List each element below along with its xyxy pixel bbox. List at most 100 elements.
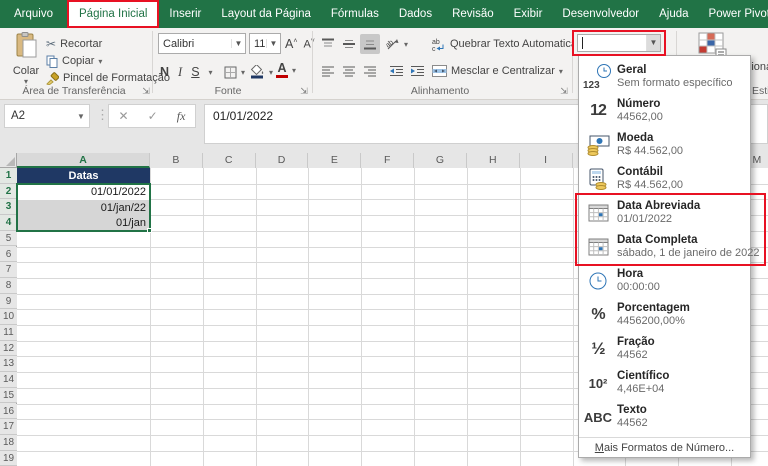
menu-item-text[interactable]: ABC Texto44562 <box>579 400 750 434</box>
select-all-corner[interactable] <box>0 153 17 168</box>
menu-item-time[interactable]: Hora00:00:00 <box>579 264 750 298</box>
tab-dados[interactable]: Dados <box>389 0 442 28</box>
column-header-C[interactable]: C <box>203 153 256 168</box>
font-size-dropdown-arrow[interactable]: ▼ <box>266 39 280 48</box>
row-header-19[interactable]: 19 <box>0 451 17 466</box>
cell-A3[interactable]: 01/jan/22 <box>17 200 150 216</box>
menu-item-long-date[interactable]: Data Completasábado, 1 de janeiro de 202… <box>579 230 750 264</box>
column-header-I[interactable]: I <box>520 153 573 168</box>
merge-dropdown-arrow[interactable]: ▾ <box>559 67 563 76</box>
tab-pagina-inicial[interactable]: Página Inicial <box>67 0 159 28</box>
row-header-3[interactable]: 3 <box>0 199 17 215</box>
borders-dropdown-arrow[interactable]: ▾ <box>241 68 245 77</box>
font-dialog-launcher[interactable]: ⇲ <box>298 85 310 97</box>
column-header-G[interactable]: G <box>414 153 467 168</box>
row-header-5[interactable]: 5 <box>0 231 17 247</box>
column-header-B[interactable]: B <box>150 153 203 168</box>
cancel-icon[interactable]: ✕ <box>119 109 129 123</box>
tab-layout-da-pagina[interactable]: Layout da Página <box>211 0 321 28</box>
align-bottom-button[interactable] <box>360 34 380 54</box>
column-header-A[interactable]: A <box>17 153 150 168</box>
align-center-button[interactable] <box>339 61 359 81</box>
alignment-dialog-launcher[interactable]: ⇲ <box>558 85 570 97</box>
underline-dropdown-arrow[interactable]: ▾ <box>209 68 213 77</box>
gridline-vertical <box>361 168 362 466</box>
name-box-dropdown-arrow[interactable]: ▼ <box>73 112 89 121</box>
row-header-15[interactable]: 15 <box>0 388 17 404</box>
menu-item-currency[interactable]: MoedaR$ 44.562,00 <box>579 128 750 162</box>
merge-center-button[interactable]: Mesclar e Centralizar ▾ <box>432 63 563 79</box>
font-size-combo[interactable]: 11 ▼ <box>249 33 281 54</box>
tab-desenvolvedor[interactable]: Desenvolvedor <box>552 0 649 28</box>
menu-item-number[interactable]: 12 Número44562,00 <box>579 94 750 128</box>
row-header-6[interactable]: 6 <box>0 247 17 263</box>
menu-item-accounting[interactable]: ContábilR$ 44.562,00 <box>579 162 750 196</box>
align-top-button[interactable] <box>318 34 338 54</box>
row-header-12[interactable]: 12 <box>0 341 17 357</box>
row-header-7[interactable]: 7 <box>0 262 17 278</box>
row-header-18[interactable]: 18 <box>0 435 17 451</box>
menu-item-short-date[interactable]: Data Abreviada01/01/2022 <box>579 196 750 230</box>
borders-button[interactable]: ▾ <box>224 64 245 80</box>
orientation-dropdown-arrow[interactable]: ▾ <box>404 40 408 49</box>
row-header-4[interactable]: 4 <box>0 215 17 231</box>
column-header-D[interactable]: D <box>256 153 309 168</box>
font-name-dropdown-arrow[interactable]: ▼ <box>231 39 245 48</box>
number-format-dropdown-arrow[interactable]: ▼ <box>646 35 660 51</box>
fill-color-button[interactable]: ▾ <box>250 64 273 80</box>
menu-item-percentage[interactable]: % Porcentagem4456200,00% <box>579 298 750 332</box>
copy-button[interactable]: Copiar ▾ <box>46 53 102 69</box>
row-header-10[interactable]: 10 <box>0 309 17 325</box>
row-header-1[interactable]: 1 <box>0 168 17 184</box>
column-header-F[interactable]: F <box>361 153 414 168</box>
increase-indent-button[interactable] <box>407 61 427 81</box>
cell-A1[interactable]: Datas <box>17 168 150 184</box>
cut-button[interactable]: ✂ Recortar <box>46 36 102 52</box>
fill-handle[interactable] <box>147 228 152 233</box>
decrease-indent-button[interactable] <box>386 61 406 81</box>
menu-item-general[interactable]: 123 GeralSem formato específico <box>579 60 750 94</box>
row-header-8[interactable]: 8 <box>0 278 17 294</box>
row-header-14[interactable]: 14 <box>0 372 17 388</box>
tab-formulas[interactable]: Fórmulas <box>321 0 389 28</box>
row-header-9[interactable]: 9 <box>0 294 17 310</box>
align-middle-button[interactable] <box>339 34 359 54</box>
tab-power-pivot[interactable]: Power Pivot <box>699 0 768 28</box>
row-header-17[interactable]: 17 <box>0 419 17 435</box>
menu-item-fraction[interactable]: ½ Fração44562 <box>579 332 750 366</box>
bold-button[interactable]: N <box>160 65 169 79</box>
enter-icon[interactable]: ✓ <box>148 109 158 123</box>
number-format-combo[interactable]: ▼ <box>577 34 661 52</box>
row-header-2[interactable]: 2 <box>0 184 17 200</box>
font-name-combo[interactable]: Calibri ▼ <box>158 33 246 54</box>
align-left-button[interactable] <box>318 61 338 81</box>
tab-exibir[interactable]: Exibir <box>504 0 553 28</box>
column-header-E[interactable]: E <box>308 153 361 168</box>
row-header-11[interactable]: 11 <box>0 325 17 341</box>
menu-item-scientific[interactable]: 10² Científico4,46E+04 <box>579 366 750 400</box>
shrink-font-button[interactable]: A˅ <box>303 38 314 51</box>
more-number-formats[interactable]: Mais Formatos de Número... <box>579 437 750 458</box>
column-header-H[interactable]: H <box>467 153 520 168</box>
grow-font-button[interactable]: A˄ <box>285 37 297 51</box>
cell-A2-active[interactable]: 01/01/2022 <box>17 184 150 200</box>
row-header-16[interactable]: 16 <box>0 404 17 420</box>
clipboard-dialog-launcher[interactable]: ⇲ <box>140 85 152 97</box>
orientation-button[interactable]: ab ▾ <box>386 36 408 52</box>
name-box[interactable]: A2 ▼ <box>4 104 90 128</box>
tab-ajuda[interactable]: Ajuda <box>649 0 698 28</box>
paste-button[interactable]: Colar ▾ <box>6 32 46 84</box>
cell-A4[interactable]: 01/jan <box>17 215 150 231</box>
fill-color-dropdown-arrow[interactable]: ▾ <box>269 68 273 77</box>
row-header-13[interactable]: 13 <box>0 356 17 372</box>
copy-dropdown-arrow[interactable]: ▾ <box>98 57 102 66</box>
tab-revisao[interactable]: Revisão <box>442 0 504 28</box>
font-color-dropdown-arrow[interactable]: ▾ <box>292 66 296 75</box>
underline-button[interactable]: S <box>191 65 199 79</box>
tab-arquivo[interactable]: Arquivo <box>0 0 67 28</box>
italic-button[interactable]: I <box>178 65 182 80</box>
align-right-button[interactable] <box>360 61 380 81</box>
font-color-button[interactable]: A ▾ <box>276 62 296 78</box>
tab-inserir[interactable]: Inserir <box>159 0 211 28</box>
insert-function-icon[interactable]: fx <box>177 109 186 124</box>
